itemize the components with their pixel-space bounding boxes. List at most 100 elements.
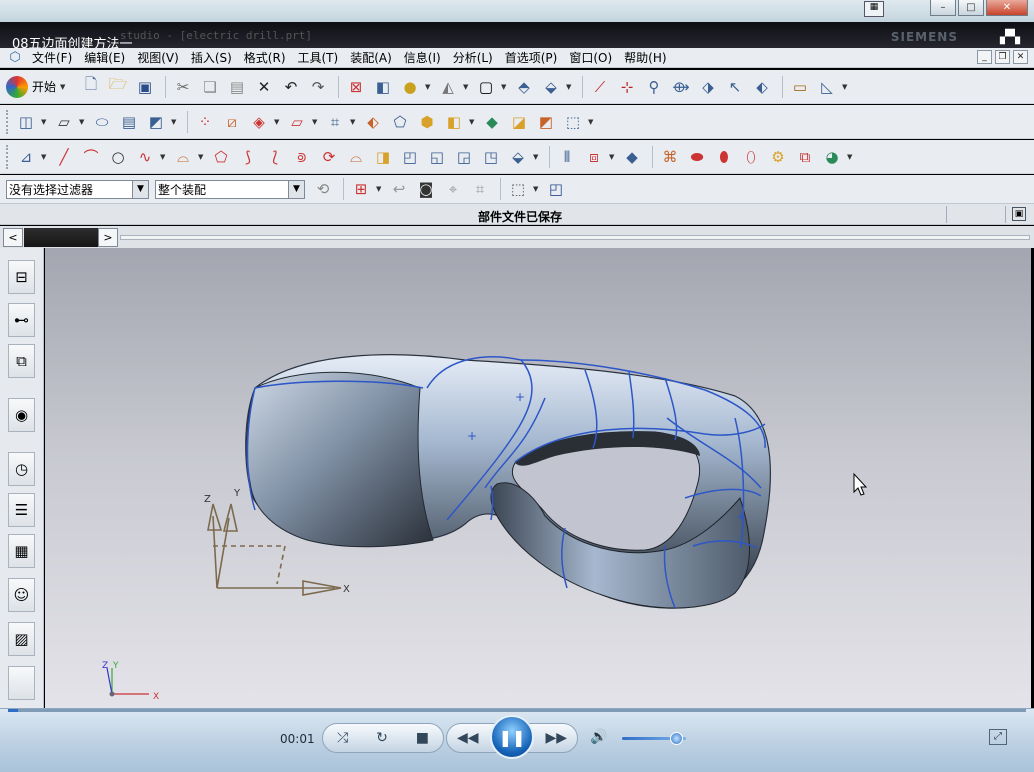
paste-icon[interactable]: ▤	[225, 75, 249, 99]
menu-edit[interactable]: 编辑(E)	[78, 49, 131, 66]
through-points-icon[interactable]: ⁘	[193, 110, 217, 134]
chevron-down-icon[interactable]: ▼	[198, 153, 206, 161]
arc-icon[interactable]: ⌒	[79, 145, 103, 169]
select-all-icon[interactable]: ◰	[544, 177, 568, 201]
chevron-down-icon[interactable]: ▼	[847, 153, 855, 161]
menu-file[interactable]: 文件(F)	[26, 49, 78, 66]
thicken-icon[interactable]: ◩	[534, 110, 558, 134]
chevron-down-icon[interactable]: ▼	[842, 83, 850, 91]
wcs-icon[interactable]: ⟋	[588, 75, 612, 99]
sketch-icon[interactable]: ▱	[52, 110, 76, 134]
history-icon[interactable]: ◷	[8, 452, 35, 486]
filter-reset-icon[interactable]: ⟲	[311, 177, 335, 201]
through-curves-icon[interactable]: ◈	[247, 110, 271, 134]
styled-blend-icon[interactable]: ⬬	[685, 145, 709, 169]
chevron-down-icon[interactable]: ▼	[171, 118, 179, 126]
stop-icon[interactable]: ■	[416, 730, 429, 746]
delete-icon[interactable]: ✕	[252, 75, 276, 99]
chevron-down-icon[interactable]: ▼	[41, 118, 49, 126]
undo-selection-icon[interactable]: ↩	[387, 177, 411, 201]
roles-icon[interactable]: ☺	[8, 578, 35, 612]
wrap-curve-icon[interactable]: ⬙	[506, 145, 530, 169]
select-cursor-icon[interactable]: ↖	[723, 75, 747, 99]
background-color-icon[interactable]: ▢	[474, 75, 498, 99]
render-style-icon[interactable]: ●	[398, 75, 422, 99]
patch-icon[interactable]: ◆	[480, 110, 504, 134]
document-tab[interactable]	[24, 228, 98, 247]
datum-plane-icon[interactable]: ◫	[14, 110, 38, 134]
styled-sweep-icon[interactable]: ⬢	[415, 110, 439, 134]
line-icon[interactable]: ╱	[52, 145, 76, 169]
chevron-down-icon[interactable]: ▼	[463, 83, 471, 91]
chevron-down-icon[interactable]: ▼	[533, 185, 541, 193]
web-browser-icon[interactable]: ◉	[8, 398, 35, 432]
menu-analysis[interactable]: 分析(L)	[447, 49, 499, 66]
menu-information[interactable]: 信息(I)	[398, 49, 447, 66]
blank-resource-icon[interactable]	[8, 666, 35, 700]
spline-icon[interactable]: ∿	[133, 145, 157, 169]
next-icon[interactable]: ▶▶	[545, 730, 567, 746]
start-button[interactable]: 开始 ▼	[6, 75, 71, 98]
sheet-icon[interactable]: ▤	[117, 110, 141, 134]
chevron-down-icon[interactable]: ▼	[41, 153, 49, 161]
studio-spline-icon[interactable]: ⌘	[658, 145, 682, 169]
combined-curve-icon[interactable]: ◳	[479, 145, 503, 169]
redo-icon[interactable]: ↷	[306, 75, 330, 99]
status-panel-icon[interactable]: ▣	[1012, 207, 1026, 221]
tab-scrollbar[interactable]	[120, 235, 1030, 240]
select-face-icon[interactable]: ⬗	[696, 75, 720, 99]
type-filter-select[interactable]: 没有选择过滤器 ▼	[6, 179, 149, 199]
palette-icon[interactable]: ▦	[8, 534, 35, 568]
maximize-button[interactable]: □	[958, 0, 984, 16]
chevron-down-icon[interactable]: ▼	[501, 83, 509, 91]
offset-face-icon[interactable]: ◪	[507, 110, 531, 134]
nx-app-icon[interactable]: ⬡	[4, 50, 26, 65]
match-edge-icon[interactable]: ⧉	[793, 145, 817, 169]
save-icon[interactable]: ▣	[133, 75, 157, 99]
menu-view[interactable]: 视图(V)	[131, 49, 185, 66]
extrude-curve-icon[interactable]: ⌓	[171, 145, 195, 169]
orient-view-icon[interactable]: ◭	[436, 75, 460, 99]
new-file-icon[interactable]: 🗋	[79, 75, 103, 99]
rectangle-select-icon[interactable]: ⬚	[506, 177, 530, 201]
minimize-button[interactable]: –	[930, 0, 956, 16]
graphics-window[interactable]: + + + Z Y X X Z Y	[45, 248, 1031, 708]
edit-curve-icon[interactable]: ⟳	[317, 145, 341, 169]
fillet-curve-icon[interactable]: ⟅	[263, 145, 287, 169]
face-analysis-icon[interactable]: ◕	[820, 145, 844, 169]
global-shaping-icon[interactable]: ⬮	[712, 145, 736, 169]
chevron-down-icon[interactable]: ▼	[160, 153, 168, 161]
menu-help[interactable]: 帮助(H)	[618, 49, 672, 66]
doc-close-button[interactable]: ✕	[1013, 50, 1028, 64]
doc-restore-button[interactable]: ❐	[995, 50, 1010, 64]
select-feature-icon[interactable]: ⬖	[750, 75, 774, 99]
body-select-icon[interactable]: ⌗	[468, 177, 492, 201]
divide-curve-icon[interactable]: ⟄	[290, 145, 314, 169]
toolbar-grip[interactable]	[6, 144, 10, 169]
cylinder-icon[interactable]: ⬭	[90, 110, 114, 134]
curve-on-surface-icon[interactable]: ⧈	[582, 145, 606, 169]
intersect-curve-icon[interactable]: ◨	[371, 145, 395, 169]
reuse-library-icon[interactable]: ☰	[8, 493, 35, 527]
menu-tools[interactable]: 工具(T)	[292, 49, 345, 66]
close-button[interactable]: ✕	[986, 0, 1028, 16]
solid-select-icon[interactable]: ◙	[414, 177, 438, 201]
bridge-curve-icon[interactable]: ◲	[452, 145, 476, 169]
chevron-down-icon[interactable]: ▼	[609, 153, 617, 161]
selection-scope-select[interactable]: 整个装配 ▼	[155, 179, 305, 199]
fit-view-icon[interactable]: ⊠	[344, 75, 368, 99]
layer-settings-icon[interactable]: ⬘	[512, 75, 536, 99]
volume-icon[interactable]: 🔊	[590, 729, 607, 745]
menu-preferences[interactable]: 首选项(P)	[499, 49, 564, 66]
pause-button[interactable]: ❚❚	[490, 715, 534, 759]
block-icon[interactable]: ◩	[144, 110, 168, 134]
chevron-down-icon[interactable]: ▼	[425, 83, 433, 91]
previous-icon[interactable]: ◀◀	[457, 730, 479, 746]
polygon-icon[interactable]: ⬠	[209, 145, 233, 169]
chevron-down-icon[interactable]: ▼	[350, 118, 358, 126]
cut-icon[interactable]: ✂	[171, 75, 195, 99]
isoparametric-icon[interactable]: ⫴	[555, 145, 579, 169]
chevron-down-icon[interactable]: ▼	[288, 180, 304, 198]
section-curve-icon[interactable]: ◰	[398, 145, 422, 169]
measure-icon[interactable]: ⚲	[642, 75, 666, 99]
